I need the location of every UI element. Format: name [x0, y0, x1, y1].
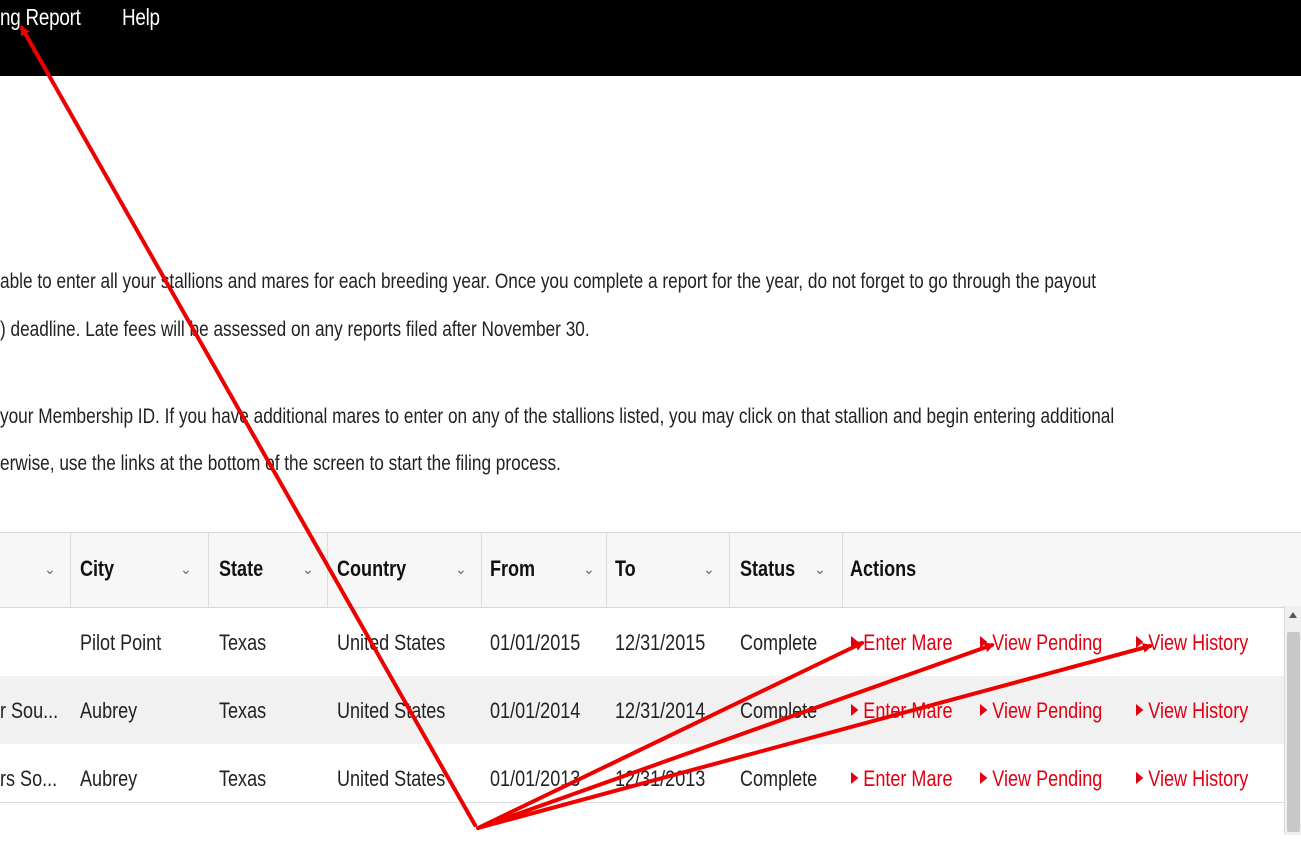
enter-mare-link[interactable]: Enter Mare [851, 630, 953, 656]
scrollbar-thumb[interactable] [1287, 632, 1300, 832]
view-history-link[interactable]: View History [1136, 766, 1248, 792]
scroll-up-arrow-icon[interactable] [1289, 612, 1297, 618]
sort-chevron-icon[interactable]: ⌄ [703, 561, 715, 578]
top-nav-bar: ng Report Help [0, 0, 1301, 76]
intro-paragraph-line-1: able to enter all your stallions and mar… [0, 270, 1097, 293]
play-triangle-icon [851, 772, 859, 784]
cell-state: Texas [219, 766, 267, 791]
cell-stallion-name[interactable]: r Sou... [0, 698, 58, 724]
column-header-status[interactable]: Status [740, 556, 795, 582]
column-divider[interactable] [70, 533, 71, 607]
sort-chevron-icon[interactable]: ⌄ [455, 561, 467, 578]
play-triangle-icon [1136, 636, 1144, 648]
play-triangle-icon [1136, 704, 1144, 716]
play-triangle-icon [851, 704, 859, 716]
cell-state: Texas [219, 630, 267, 655]
column-divider[interactable] [729, 533, 730, 607]
column-header-from[interactable]: From [490, 556, 535, 582]
sort-chevron-icon[interactable]: ⌄ [180, 561, 192, 578]
play-triangle-icon [1136, 772, 1144, 784]
table-header: ⌄ City ⌄ State ⌄ Country ⌄ From ⌄ To ⌄ S… [0, 532, 1301, 608]
divider [0, 802, 1284, 803]
cell-state: Texas [219, 698, 267, 723]
cell-status: Complete [740, 766, 818, 791]
play-triangle-icon [851, 636, 859, 648]
view-history-link[interactable]: View History [1136, 698, 1248, 724]
view-pending-link[interactable]: View Pending [980, 766, 1102, 792]
column-divider[interactable] [208, 533, 209, 607]
intro-paragraph-line-2: ) deadline. Late fees will be assessed o… [0, 318, 590, 341]
enter-mare-link[interactable]: Enter Mare [851, 766, 953, 792]
column-header-actions: Actions [850, 556, 917, 581]
column-header-city[interactable]: City [80, 556, 114, 582]
column-divider[interactable] [481, 533, 482, 607]
view-history-link[interactable]: View History [1136, 630, 1248, 656]
intro-paragraph-line-4: erwise, use the links at the bottom of t… [0, 452, 561, 475]
intro-paragraph-line-3: your Membership ID. If you have addition… [0, 405, 1115, 428]
column-header-state[interactable]: State [219, 556, 263, 582]
cell-from-date: 01/01/2015 [490, 630, 581, 655]
view-history-label: View History [1148, 766, 1249, 791]
column-divider[interactable] [842, 533, 843, 607]
column-divider[interactable] [606, 533, 607, 607]
cell-from-date: 01/01/2013 [490, 766, 581, 791]
cell-stallion-name[interactable]: rs So... [0, 766, 57, 792]
stallion-report-table: ⌄ City ⌄ State ⌄ Country ⌄ From ⌄ To ⌄ S… [0, 532, 1301, 835]
cell-city: Aubrey [80, 766, 138, 791]
cell-from-date: 01/01/2014 [490, 698, 581, 723]
sort-chevron-icon[interactable]: ⌄ [302, 561, 314, 578]
enter-mare-link[interactable]: Enter Mare [851, 698, 953, 724]
enter-mare-label: Enter Mare [863, 766, 953, 791]
sort-chevron-icon[interactable]: ⌄ [44, 561, 56, 578]
cell-city: Pilot Point [80, 630, 162, 655]
view-history-label: View History [1148, 630, 1249, 655]
play-triangle-icon [980, 704, 988, 716]
column-header-country[interactable]: Country [337, 556, 406, 582]
cell-status: Complete [740, 630, 818, 655]
cell-to-date: 12/31/2015 [615, 630, 706, 655]
view-pending-label: View Pending [992, 698, 1103, 723]
nav-item-breeding-report[interactable]: ng Report [0, 4, 81, 31]
cell-status: Complete [740, 698, 818, 723]
table-row[interactable]: r Sou... Aubrey Texas United States 01/0… [0, 676, 1284, 744]
column-header-to[interactable]: To [615, 556, 636, 582]
cell-country: United States [337, 766, 446, 791]
view-pending-link[interactable]: View Pending [980, 698, 1102, 724]
cell-country: United States [337, 630, 446, 655]
column-divider[interactable] [327, 533, 328, 607]
cell-to-date: 12/31/2013 [615, 766, 706, 791]
enter-mare-label: Enter Mare [863, 698, 953, 723]
view-pending-link[interactable]: View Pending [980, 630, 1102, 656]
nav-item-help[interactable]: Help [122, 4, 160, 31]
enter-mare-label: Enter Mare [863, 630, 953, 655]
play-triangle-icon [980, 772, 988, 784]
play-triangle-icon [980, 636, 988, 648]
cell-to-date: 12/31/2014 [615, 698, 706, 723]
cell-city: Aubrey [80, 698, 138, 723]
cropped-red-heading [250, 822, 484, 842]
table-scrollbar[interactable] [1284, 606, 1301, 835]
sort-chevron-icon[interactable]: ⌄ [583, 561, 595, 578]
sort-chevron-icon[interactable]: ⌄ [814, 561, 826, 578]
view-history-label: View History [1148, 698, 1249, 723]
view-pending-label: View Pending [992, 630, 1103, 655]
cell-country: United States [337, 698, 446, 723]
view-pending-label: View Pending [992, 766, 1103, 791]
table-row[interactable]: Pilot Point Texas United States 01/01/20… [0, 608, 1284, 676]
